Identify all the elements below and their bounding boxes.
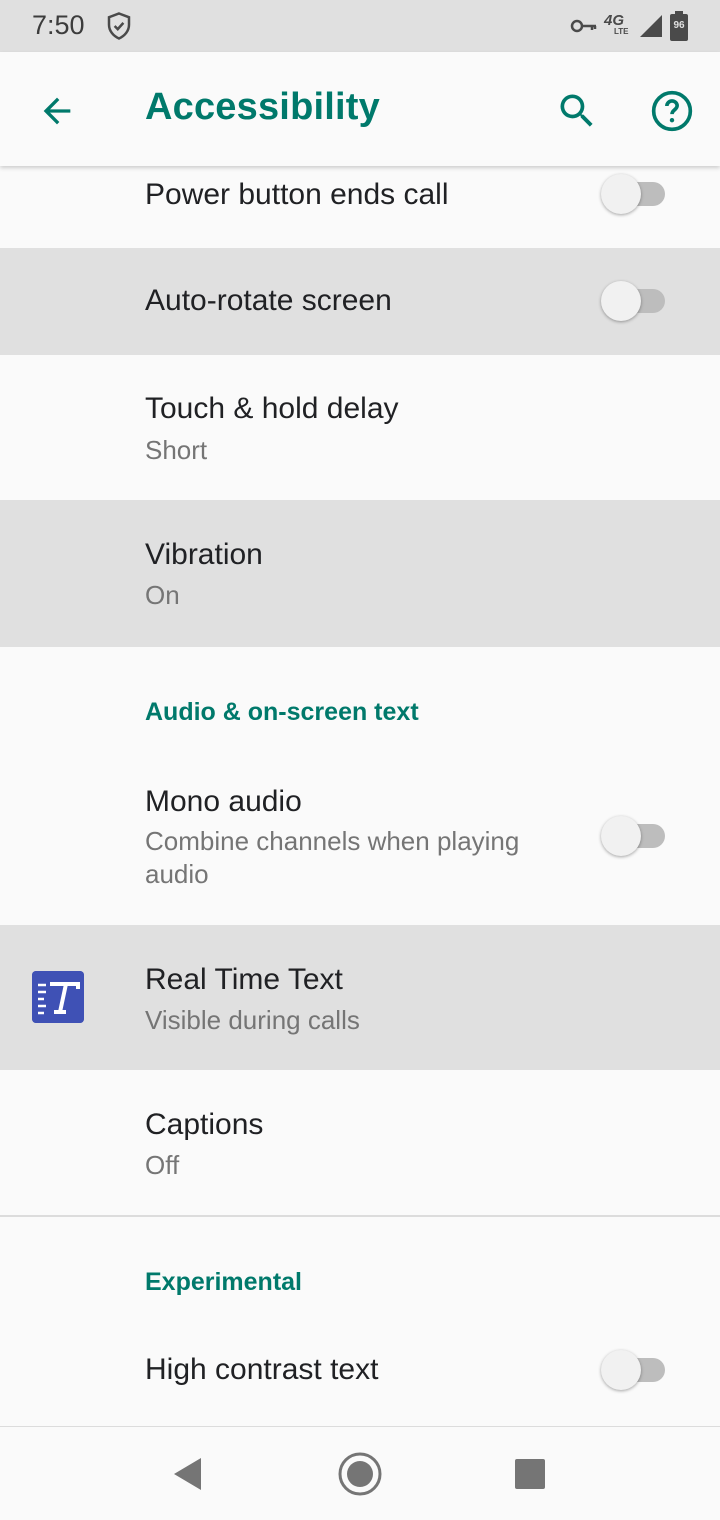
auto-rotate-toggle[interactable] <box>601 281 667 321</box>
vpn-key-icon <box>570 19 597 33</box>
section-header-audio: Audio & on-screen text <box>145 698 419 726</box>
arrow-back-icon <box>43 97 71 125</box>
setting-summary: Off <box>145 1150 180 1180</box>
section-divider <box>0 1215 720 1217</box>
help-button[interactable] <box>645 84 699 138</box>
nav-recents-button[interactable] <box>500 1447 560 1501</box>
setting-title: Auto-rotate screen <box>145 284 392 317</box>
search-button[interactable] <box>550 84 604 138</box>
setting-title: Mono audio <box>145 785 302 818</box>
settings-list[interactable]: Power button ends call Auto-rotate scree… <box>0 166 720 1426</box>
setting-title: Vibration <box>145 538 263 571</box>
battery-icon: 96 <box>670 11 688 41</box>
setting-power-button-ends-call[interactable]: Power button ends call <box>0 166 720 248</box>
setting-summary: Combine channels when playing audio <box>145 826 520 889</box>
status-time: 7:50 <box>32 10 85 40</box>
help-icon <box>651 90 693 132</box>
setting-summary: On <box>145 580 180 610</box>
setting-summary: Visible during calls <box>145 1005 360 1035</box>
setting-title: Power button ends call <box>145 178 449 211</box>
app-bar: Accessibility <box>0 52 720 166</box>
setting-captions[interactable]: Captions Off <box>0 1070 720 1215</box>
nav-recents-icon <box>515 1459 545 1489</box>
setting-mono-audio[interactable]: Mono audio Combine channels when playing… <box>0 758 720 925</box>
signal-icon <box>640 15 662 37</box>
navigation-bar <box>0 1426 720 1520</box>
nav-back-icon <box>174 1458 201 1490</box>
search-icon <box>560 94 593 127</box>
network-type-icon: 4G LTE <box>604 12 632 40</box>
network-sub-label: LTE <box>614 27 629 36</box>
nav-home-icon <box>338 1452 382 1496</box>
setting-title: High contrast text <box>145 1353 379 1386</box>
shield-icon <box>107 12 131 40</box>
power-button-toggle[interactable] <box>601 174 667 214</box>
nav-home-button[interactable] <box>330 1447 390 1501</box>
section-header-experimental: Experimental <box>145 1268 303 1296</box>
setting-title: Real Time Text <box>145 963 343 996</box>
nav-back-button[interactable] <box>158 1447 218 1501</box>
real-time-text-icon <box>32 971 84 1023</box>
mono-audio-toggle[interactable] <box>601 816 667 856</box>
battery-level: 96 <box>673 20 685 31</box>
page-title: Accessibility <box>145 86 380 128</box>
setting-high-contrast-text[interactable]: High contrast text <box>0 1326 720 1426</box>
setting-real-time-text[interactable]: Real Time Text Visible during calls <box>0 925 720 1070</box>
high-contrast-toggle[interactable] <box>601 1350 667 1390</box>
status-bar: 7:50 4G LTE 96 <box>0 0 720 52</box>
setting-vibration[interactable]: Vibration On <box>0 500 720 647</box>
setting-auto-rotate-screen[interactable]: Auto-rotate screen <box>0 248 720 355</box>
setting-touch-hold-delay[interactable]: Touch & hold delay Short <box>0 355 720 500</box>
setting-summary: Short <box>145 435 208 465</box>
setting-title: Captions <box>145 1108 264 1141</box>
setting-title: Touch & hold delay <box>145 392 399 425</box>
back-button[interactable] <box>30 84 84 138</box>
status-icons: 4G LTE 96 <box>570 11 688 41</box>
